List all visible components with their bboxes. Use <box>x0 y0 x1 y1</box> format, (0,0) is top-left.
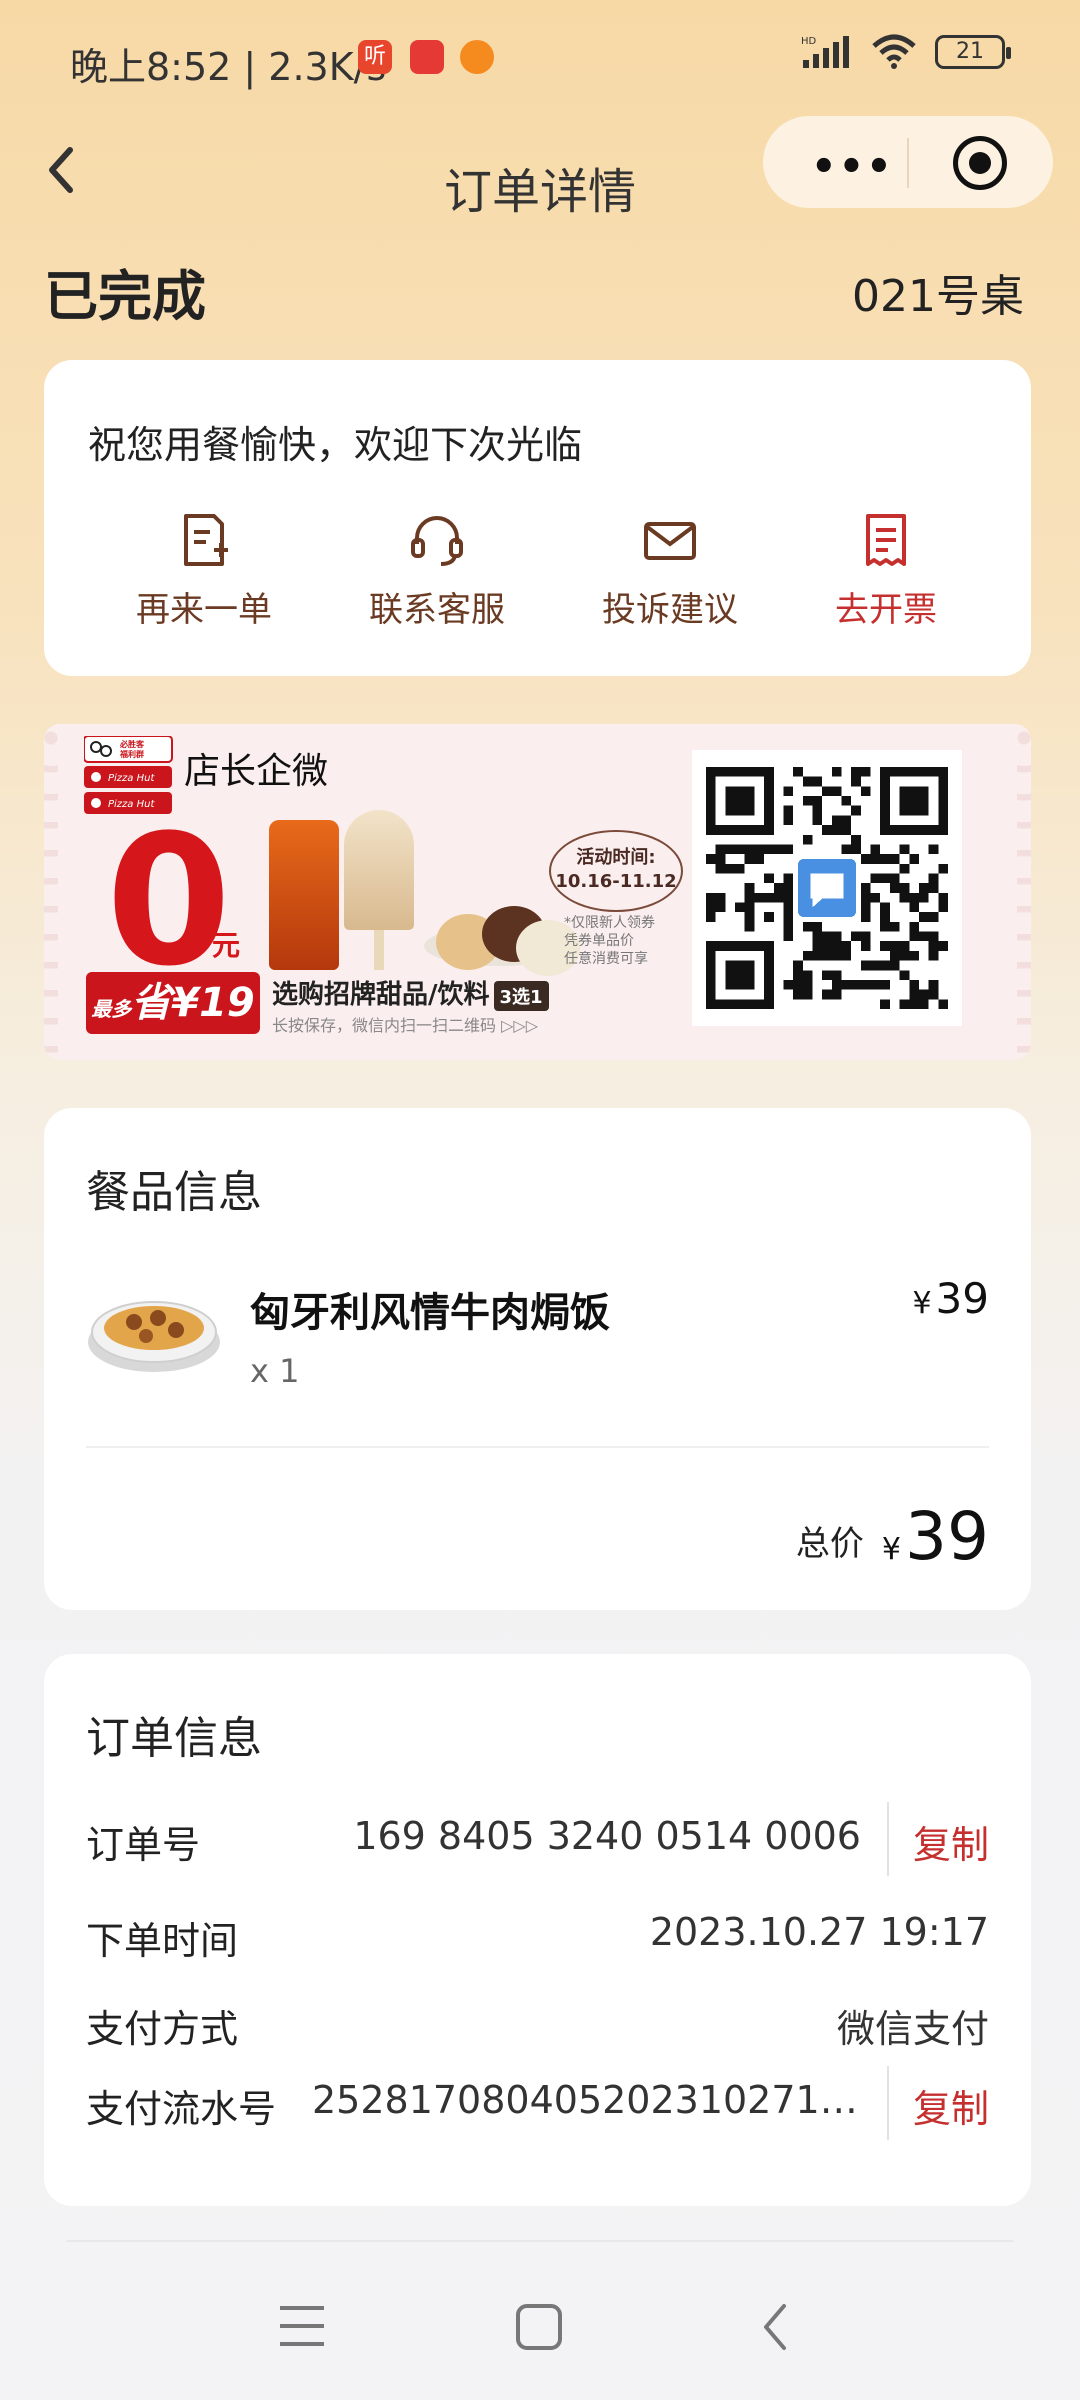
target-icon[interactable] <box>953 136 1007 190</box>
food-section-title: 餐品信息 <box>86 1167 262 1218</box>
app-notification-icon <box>410 40 444 74</box>
order-number-label: 订单号 <box>86 1823 201 1867</box>
payment-serial-value: 252817080405202310271690... <box>312 2078 859 2122</box>
reorder-icon <box>184 514 228 566</box>
svg-text:HD: HD <box>801 36 817 47</box>
activity-date-badge: 活动时间: 10.16-11.12 <box>549 830 683 912</box>
milk-tea-image <box>344 810 414 970</box>
battery-icon: 21 <box>935 35 1011 69</box>
complaint-label: 投诉建议 <box>602 590 738 630</box>
table-number: 021号桌 <box>852 271 1024 322</box>
mini-program-capsule: ••• <box>763 116 1053 208</box>
svg-text:Pizza Hut: Pizza Hut <box>108 773 155 784</box>
order-status: 已完成 <box>44 265 206 328</box>
order-number-row: 订单号 169 8405 3240 0514 0006 复制 <box>86 1802 989 1876</box>
banner-save-badge: 最多省¥19 <box>86 972 260 1034</box>
system-nav-bar <box>0 2240 1080 2400</box>
more-dots-icon[interactable]: ••• <box>811 144 894 190</box>
greeting-message: 祝您用餐愉快，欢迎下次光临 <box>88 423 583 467</box>
payment-method-value: 微信支付 <box>836 2007 989 2051</box>
banner-edge-decoration <box>44 724 58 1060</box>
app-notification-icon: 听 <box>358 40 392 74</box>
headset-icon <box>411 516 463 566</box>
status-time: 晚上8:52 | 2.3K/s <box>70 45 387 89</box>
app-notification-icon <box>460 40 494 74</box>
order-time-row: 下单时间 2023.10.27 19:17 <box>86 1910 989 1970</box>
banner-edge-decoration <box>1017 724 1031 1060</box>
back-nav-icon[interactable] <box>760 2302 790 2352</box>
nav-bar: 订单详情 ••• <box>0 116 1080 236</box>
dish-name: 匈牙利风情牛肉焗饭 <box>250 1290 610 1336</box>
payment-method-label: 支付方式 <box>86 2007 239 2051</box>
order-time-value: 2023.10.27 19:17 <box>649 1910 989 1954</box>
capsule-divider <box>907 138 909 188</box>
invoice-label: 去开票 <box>835 590 937 630</box>
qr-code-image <box>706 767 948 1009</box>
copy-order-number-button[interactable]: 复制 <box>913 1814 989 1869</box>
divider <box>86 1446 989 1448</box>
dish-price: ¥39 <box>912 1274 989 1323</box>
complaint-button[interactable]: 投诉建议 <box>570 510 770 631</box>
promo-banner[interactable]: 必胜客 福利群 Pizza Hut Pizza Hut 店长企微 0 元 最多省… <box>44 724 1031 1060</box>
banner-yuan: 元 <box>212 929 241 962</box>
home-icon[interactable] <box>514 2302 564 2352</box>
contact-service-label: 联系客服 <box>369 590 505 630</box>
order-total: 总价 ¥39 <box>795 1498 989 1575</box>
banner-instructions: 长按保存，微信内扫一扫二维码 ▷▷▷ <box>272 1016 539 1035</box>
order-number-value: 169 8405 3240 0514 0006 <box>353 1814 861 1858</box>
iced-tea-image <box>269 820 339 970</box>
banner-title: 店长企微 <box>184 751 329 792</box>
reorder-label: 再来一单 <box>136 590 272 630</box>
svg-text:必胜客: 必胜客 <box>119 739 145 749</box>
signal-icon: HD <box>801 36 849 68</box>
wifi-icon <box>872 34 916 69</box>
svg-text:福利群: 福利群 <box>119 749 144 759</box>
payment-serial-label: 支付流水号 <box>86 2087 277 2131</box>
order-section-title: 订单信息 <box>86 1713 262 1764</box>
banner-note: *仅限新人领券 凭券单品价 任意消费可享 <box>564 915 655 967</box>
invoice-button[interactable]: 去开票 <box>786 510 986 631</box>
dish-quantity: x 1 <box>250 1352 300 1390</box>
food-info-card: 餐品信息 匈牙利风情牛肉焗饭 x 1 ¥39 总价 ¥39 <box>44 1108 1031 1610</box>
copy-payment-serial-button[interactable]: 复制 <box>913 2078 989 2133</box>
order-status-row: 已完成 021号桌 <box>44 252 1036 332</box>
status-bar: 晚上8:52 | 2.3K/s 听 HD 21 <box>0 0 1080 116</box>
invoice-icon <box>866 514 906 566</box>
reorder-button[interactable]: 再来一单 <box>104 510 304 631</box>
greeting-card: 祝您用餐愉快，欢迎下次光临 再来一单 联系客服 投诉建议 去开票 <box>44 360 1031 676</box>
banner-zero: 0 <box>106 797 232 1006</box>
qr-code[interactable] <box>692 750 962 1026</box>
mail-icon <box>644 522 696 560</box>
menu-icon[interactable] <box>276 2302 328 2350</box>
order-info-card: 订单信息 订单号 169 8405 3240 0514 0006 复制 下单时间… <box>44 1654 1031 2206</box>
dish-image <box>88 1301 220 1372</box>
divider <box>887 1802 889 1876</box>
payment-serial-row: 支付流水号 252817080405202310271690... 复制 <box>86 2066 989 2140</box>
banner-promo: 选购招牌甜品/饮料 3选1 <box>272 974 549 1011</box>
order-time-label: 下单时间 <box>86 1919 239 1963</box>
contact-service-button[interactable]: 联系客服 <box>337 510 537 631</box>
payment-method-row: 支付方式 微信支付 <box>86 1998 989 2058</box>
divider <box>887 2066 889 2140</box>
action-list: 再来一单 联系客服 投诉建议 去开票 <box>44 510 1031 640</box>
